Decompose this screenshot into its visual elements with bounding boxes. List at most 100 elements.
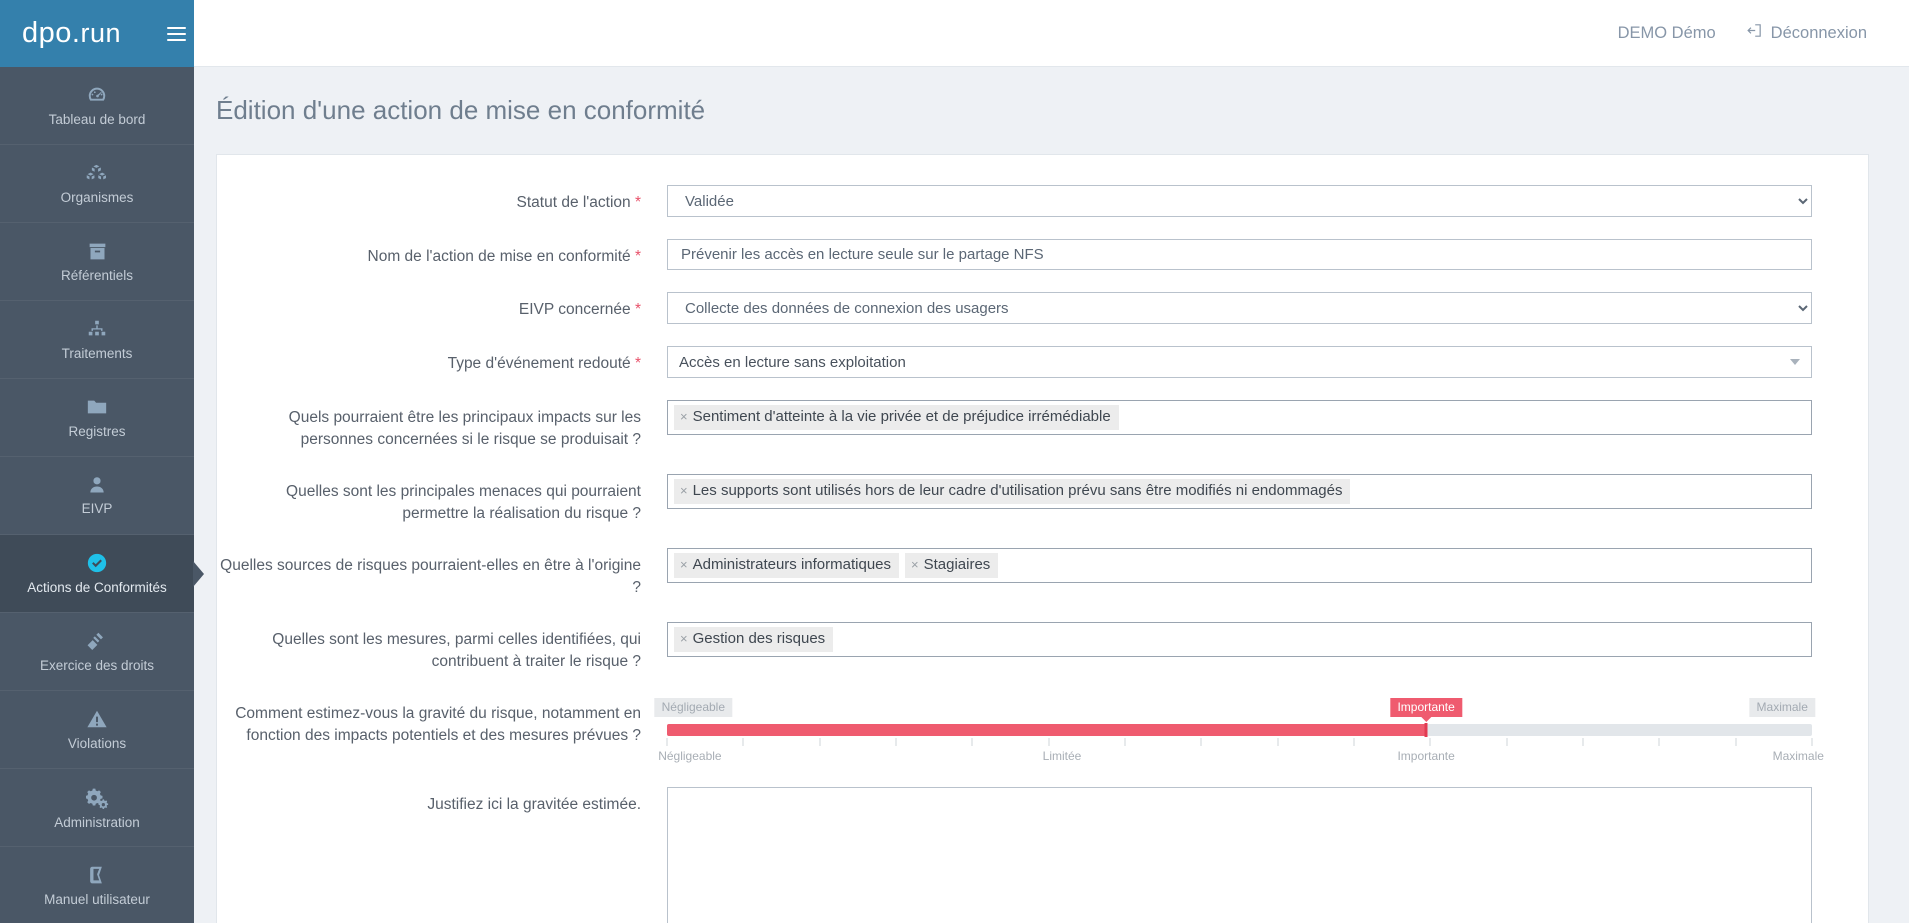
slider-tick <box>1506 737 1508 746</box>
label-sources: Quelles sources de risques pourraient-el… <box>220 556 641 597</box>
slider-tick <box>1658 737 1660 746</box>
remove-tag-icon[interactable]: × <box>911 556 919 574</box>
gavel-icon <box>86 630 108 652</box>
archive-icon <box>87 241 108 262</box>
brand-header: dpo.run <box>0 0 194 67</box>
sidebar-item-label: Traitements <box>61 346 133 361</box>
slider-tooltip: Négligeable <box>654 697 733 717</box>
field-gravite: Négligeable Importante Maximale Négligeabl… <box>654 696 1868 765</box>
label-eivp: EIVP concernée * <box>217 292 667 321</box>
slider-tick <box>1048 737 1050 746</box>
tag-item[interactable]: × Stagiaires <box>905 552 999 579</box>
sidebar-item-manuel-utilisateur[interactable]: Manuel utilisateur <box>0 847 194 923</box>
menaces-multiselect[interactable]: × Les supports sont utilisés hors de leu… <box>667 473 1812 510</box>
slider-handle[interactable] <box>1424 722 1428 737</box>
required-marker: * <box>634 194 641 211</box>
slider-tick <box>1429 737 1431 746</box>
remove-tag-icon[interactable]: × <box>680 408 688 426</box>
form-row-impacts: Quels pourraient être les principaux imp… <box>217 400 1868 452</box>
label-statut: Statut de l'action * <box>217 185 667 214</box>
field-menaces: × Les supports sont utilisés hors de leu… <box>667 473 1868 510</box>
slider-axis-labels: Négligeable Limitée Importante Maximale <box>658 749 1824 765</box>
required-marker: * <box>634 248 641 265</box>
remove-tag-icon[interactable]: × <box>680 556 688 574</box>
label-mesures: Quelles sont les mesures, parmi celles i… <box>272 630 641 671</box>
sidebar-item-label: Violations <box>67 736 127 751</box>
tag-item[interactable]: × Administrateurs informatiques <box>674 552 900 579</box>
sidebar-item-label: Exercice des droits <box>39 658 155 673</box>
tag-item[interactable]: × Les supports sont utilisés hors de leu… <box>674 478 1351 505</box>
sitemap-icon <box>86 318 108 340</box>
field-justification <box>667 786 1868 923</box>
check-circle-icon <box>86 552 108 574</box>
mesures-multiselect[interactable]: × Gestion des risques <box>667 621 1812 658</box>
form-row-mesures: Quelles sont les mesures, parmi celles i… <box>217 621 1868 674</box>
sidebar-item-label: Référentiels <box>60 267 134 283</box>
slider-tick <box>1353 737 1355 746</box>
sidebar-item-referentiels[interactable]: Référentiels <box>0 223 194 301</box>
statut-select[interactable]: Validée <box>667 185 1812 217</box>
slider-tooltips: Négligeable Importante Maximale <box>654 697 1815 718</box>
sources-multiselect[interactable]: × Administrateurs informatiques × Stagia… <box>667 547 1812 584</box>
label-impacts: Quels pourraient être les principaux imp… <box>288 409 641 449</box>
slider-track[interactable] <box>667 722 1812 737</box>
gravite-slider[interactable]: Négligeable Importante Maximale Négligeabl… <box>654 696 1824 765</box>
main-content: Édition d'une action de mise en conformi… <box>194 67 1909 923</box>
slider-tick <box>971 737 973 746</box>
sidebar-item-actions-de-conformites[interactable]: Actions de Conformités <box>0 535 194 613</box>
slider-tick <box>1277 737 1279 746</box>
slider-tooltip: Importante <box>1390 697 1462 717</box>
sidebar: dpo.run Tableau de bord Organismes Référ… <box>0 0 194 923</box>
tag-item[interactable]: × Gestion des risques <box>674 626 834 653</box>
sidebar-item-label: Organismes <box>60 190 134 205</box>
brand-logo[interactable]: dpo.run <box>22 17 121 50</box>
tag-label: Administrateurs informatiques <box>692 555 892 573</box>
sign-out-icon <box>1746 22 1763 44</box>
label-text: Type d'événement redouté <box>447 355 631 372</box>
folder-icon <box>86 396 108 418</box>
sidebar-item-traitements[interactable]: Traitements <box>0 301 194 379</box>
sidebar-item-exercice-des-droits[interactable]: Exercice des droits <box>0 613 194 691</box>
form-row-type-evenement: Type d'événement redouté * Accès en lect… <box>217 346 1868 378</box>
slider-tick <box>1200 737 1202 746</box>
impacts-multiselect[interactable]: × Sentiment d'atteinte à la vie privée e… <box>667 400 1812 436</box>
tag-item[interactable]: × Sentiment d'atteinte à la vie privée e… <box>674 405 1119 431</box>
sidebar-item-eivp[interactable]: EIVP <box>0 457 194 535</box>
slider-tick <box>666 737 668 746</box>
label-menaces: Quelles sont les principales menaces qui… <box>286 482 641 523</box>
gears-icon <box>85 786 109 809</box>
app-root: dpo.run Tableau de bord Organismes Référ… <box>0 0 1909 923</box>
eivp-select[interactable]: Collecte des données de connexion des us… <box>667 292 1812 324</box>
sidebar-item-label: Manuel utilisateur <box>44 891 150 907</box>
sidebar-item-label: EIVP <box>81 501 113 516</box>
label-type-evenement: Type d'événement redouté * <box>217 346 667 375</box>
logout-button[interactable]: Déconnexion <box>1746 22 1867 44</box>
sidebar-item-violations[interactable]: Violations <box>0 691 194 769</box>
justification-textarea[interactable] <box>667 786 1812 923</box>
type-evenement-select[interactable]: Accès en lecture sans exploitation <box>667 346 1812 378</box>
nom-input[interactable] <box>667 239 1812 270</box>
sidebar-item-organismes[interactable]: Organismes <box>0 145 194 223</box>
sidebar-item-label: Actions de Conformités <box>27 580 167 595</box>
warning-icon <box>86 708 108 730</box>
slider-tick <box>819 737 821 746</box>
sidebar-item-label: Administration <box>54 814 140 830</box>
slider-tick <box>1124 737 1126 746</box>
sidebar-item-registres[interactable]: Registres <box>0 379 194 457</box>
sidebar-item-tableau-de-bord[interactable]: Tableau de bord <box>0 67 194 145</box>
field-sources: × Administrateurs informatiques × Stagia… <box>667 547 1868 584</box>
tag-label: Sentiment d'atteinte à la vie privée et … <box>692 408 1111 425</box>
hamburger-menu-icon[interactable] <box>166 26 186 41</box>
brand-name-main: dpo <box>22 17 72 49</box>
slider-ticks <box>666 737 1813 747</box>
form-row-sources: Quelles sources de risques pourraient-el… <box>217 547 1868 600</box>
sidebar-item-administration[interactable]: Administration <box>0 769 194 847</box>
label-text: EIVP concernée <box>518 301 631 318</box>
tag-label: Stagiaires <box>923 555 991 573</box>
remove-tag-icon[interactable]: × <box>680 630 688 648</box>
brand-name-suffix: run <box>80 18 121 48</box>
form-row-nom: Nom de l'action de mise en conformité * <box>217 239 1868 270</box>
form-row-menaces: Quelles sont les principales menaces qui… <box>217 473 1868 526</box>
user-icon <box>87 475 107 495</box>
remove-tag-icon[interactable]: × <box>680 482 688 500</box>
